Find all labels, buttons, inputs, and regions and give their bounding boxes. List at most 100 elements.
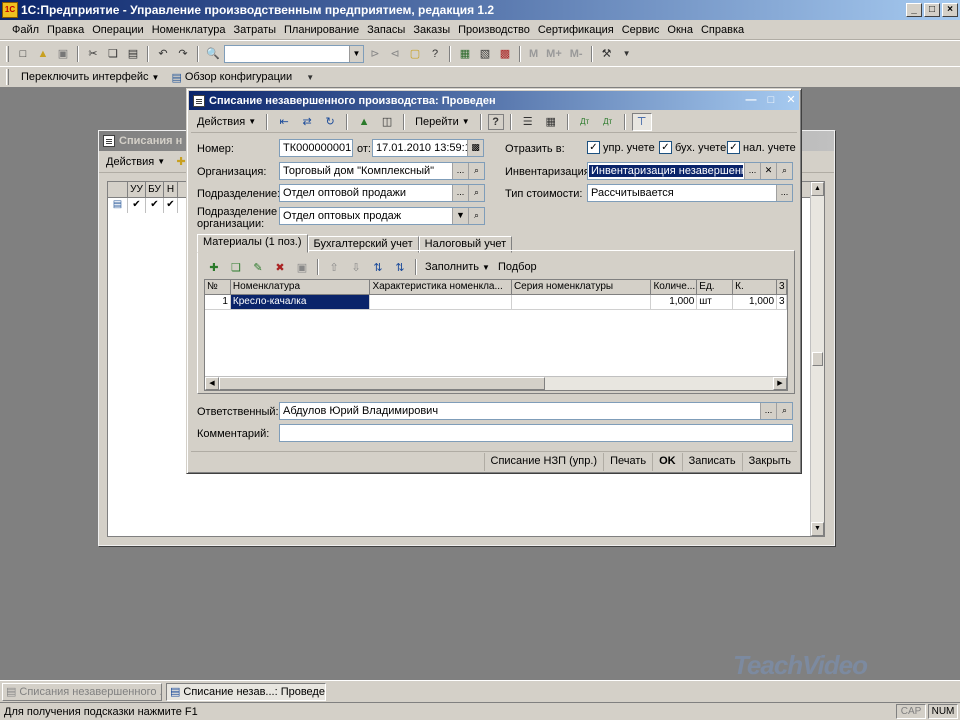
help-book-icon[interactable]: ▢ [406, 45, 424, 63]
help-question-icon[interactable]: ? [426, 45, 444, 63]
save-icon[interactable]: ▣ [54, 45, 72, 63]
calendar-icon[interactable]: ▩ [467, 140, 483, 156]
post-document-icon[interactable]: ⇄ [297, 113, 317, 131]
task-wip-writeoff-list[interactable]: ▤ Списания незавершенного ... [2, 682, 162, 701]
sort-ascending-icon[interactable]: ⇅ [368, 258, 388, 276]
tax-accounting-checkbox[interactable]: ✓ нал. учете [727, 141, 796, 154]
col-number[interactable]: № [205, 280, 231, 295]
scroll-thumb[interactable] [219, 377, 545, 390]
select-ellipsis-icon[interactable]: ... [760, 403, 776, 419]
scroll-down-icon[interactable]: ▼ [811, 522, 824, 536]
chevron-down-icon[interactable]: ▼ [301, 68, 319, 86]
debit-credit-tax-icon[interactable]: Дт [598, 113, 618, 131]
close-form-button[interactable]: Закрыть [741, 452, 797, 471]
end-edit-icon[interactable]: ▣ [292, 258, 312, 276]
division-org-field[interactable]: Отдел оптовых продаж ▼ ⌕ [279, 207, 485, 225]
col-extra[interactable]: 3 [777, 280, 787, 295]
open-magnifier-icon[interactable]: ⌕ [776, 163, 792, 179]
menu-nomenclature[interactable]: Номенклатура [148, 24, 230, 36]
save-button[interactable]: Записать [681, 452, 742, 471]
print-button[interactable]: Печать [603, 452, 652, 471]
document-close-icon[interactable]: ✕ [783, 94, 799, 108]
background-vertical-scrollbar[interactable]: ▲ ▼ [810, 182, 824, 536]
cell-unit[interactable]: шт [697, 295, 734, 309]
scroll-track[interactable] [545, 377, 773, 390]
scroll-up-icon[interactable]: ▲ [811, 182, 824, 196]
responsible-field[interactable]: Абдулов Юрий Владимирович ... ⌕ [279, 402, 793, 420]
switch-interface-button[interactable]: Переключить интерфейс ▼ [18, 68, 162, 86]
wip-writeoff-print-button[interactable]: Списание НЗП (упр.) [483, 452, 604, 471]
pick-button[interactable]: Подбор [495, 258, 540, 276]
menu-production[interactable]: Производство [454, 24, 534, 36]
search-combo[interactable]: ▼ [224, 44, 364, 63]
calculator-icon[interactable]: ▧ [476, 45, 494, 63]
task-wip-writeoff-document[interactable]: ▤ Списание незав...: Проведен [166, 682, 326, 701]
table-icon[interactable]: ▦ [456, 45, 474, 63]
minimize-button[interactable]: _ [906, 3, 922, 17]
edit-row-icon[interactable]: ✎ [248, 258, 268, 276]
cell-series[interactable] [512, 295, 652, 309]
move-down-icon[interactable]: ⇩ [346, 258, 366, 276]
scroll-thumb[interactable] [812, 352, 823, 366]
open-folder-icon[interactable]: ▲ [34, 45, 52, 63]
cell-characteristic[interactable] [370, 295, 512, 309]
goto-button[interactable]: Перейти ▼ [411, 113, 474, 131]
open-magnifier-icon[interactable]: ⌕ [468, 163, 484, 179]
table-row[interactable]: 1 Кресло-качалка 1,000 шт 1,000 3 [205, 295, 787, 310]
cut-icon[interactable]: ✂ [84, 45, 102, 63]
scroll-left-icon[interactable]: ◀ [205, 377, 219, 390]
cell-coefficient[interactable]: 1,000 [733, 295, 778, 309]
redo-icon[interactable]: ↷ [174, 45, 192, 63]
find-icon[interactable]: 🔍 [204, 45, 222, 63]
book-accounting-checkbox[interactable]: ✓ бух. учете [659, 141, 726, 154]
col-series[interactable]: Серия номенклатуры [511, 280, 652, 295]
paste-icon[interactable]: ▤ [124, 45, 142, 63]
copy-icon[interactable]: ❏ [104, 45, 122, 63]
fill-button[interactable]: Заполнить ▼ [422, 258, 493, 276]
cell-nomenclature[interactable]: Кресло-качалка [230, 295, 371, 309]
grid-header-n[interactable]: Н [164, 182, 178, 197]
memory-add-button[interactable]: M+ [543, 48, 565, 60]
toolbar-grip[interactable] [6, 45, 9, 62]
cell-quantity[interactable]: 1,000 [651, 295, 698, 309]
structure-icon[interactable]: ◫ [377, 113, 397, 131]
materials-table[interactable]: № Номенклатура Характеристика номенкла..… [204, 279, 788, 391]
col-nomenclature[interactable]: Номенклатура [230, 280, 371, 295]
menu-edit[interactable]: Правка [43, 24, 88, 36]
menu-costs[interactable]: Затраты [230, 24, 281, 36]
document-form-window[interactable]: Списание незавершенного производства: Пр… [186, 88, 802, 474]
toolbar-grip[interactable] [6, 69, 9, 85]
grid-header-uu[interactable]: УУ [128, 182, 146, 197]
memory-subtract-button[interactable]: M- [567, 48, 586, 60]
division-field[interactable]: Отдел оптовой продажи ... ⌕ [279, 184, 485, 202]
select-ellipsis-icon[interactable]: ... [452, 163, 468, 179]
document-minimize-icon[interactable]: — [743, 94, 759, 108]
search-prev-icon[interactable]: ⊲ [386, 45, 404, 63]
inventory-field[interactable]: Инвентаризация незавершенного ... ✕ ⌕ [587, 162, 793, 180]
date-field[interactable]: 17.01.2010 13:59:14 ▩ [372, 139, 484, 157]
cost-type-field[interactable]: Рассчитывается ... [587, 184, 793, 202]
menu-stock[interactable]: Запасы [363, 24, 409, 36]
new-document-icon[interactable]: □ [14, 45, 32, 63]
sort-descending-icon[interactable]: ⇅ [390, 258, 410, 276]
delete-row-icon[interactable]: ✖ [270, 258, 290, 276]
col-characteristic[interactable]: Характеристика номенкла... [370, 280, 512, 295]
move-up-icon[interactable]: ⇧ [324, 258, 344, 276]
document-titlebar[interactable]: Списание незавершенного производства: Пр… [189, 91, 799, 110]
select-ellipsis-icon[interactable]: ... [452, 185, 468, 201]
organization-field[interactable]: Торговый дом "Комплексный" ... ⌕ [279, 162, 485, 180]
table-view-icon[interactable]: ▦ [541, 113, 561, 131]
select-ellipsis-icon[interactable]: ... [744, 163, 760, 179]
col-unit[interactable]: Ед. [697, 280, 734, 295]
tab-materials[interactable]: Материалы (1 поз.) [197, 234, 308, 253]
menu-certification[interactable]: Сертификация [534, 24, 618, 36]
select-ellipsis-icon[interactable]: ... [776, 185, 792, 201]
maximize-button[interactable]: □ [924, 3, 940, 17]
clear-icon[interactable]: ✕ [760, 163, 776, 179]
refresh-icon[interactable]: ↻ [320, 113, 340, 131]
background-actions-button[interactable]: Действия ▼ [103, 153, 168, 171]
config-overview-button[interactable]: ▤ Обзор конфигурации [168, 68, 295, 86]
memory-store-button[interactable]: M [526, 48, 541, 60]
register-movements-icon[interactable]: ⊤ [631, 112, 652, 131]
open-magnifier-icon[interactable]: ⌕ [468, 185, 484, 201]
